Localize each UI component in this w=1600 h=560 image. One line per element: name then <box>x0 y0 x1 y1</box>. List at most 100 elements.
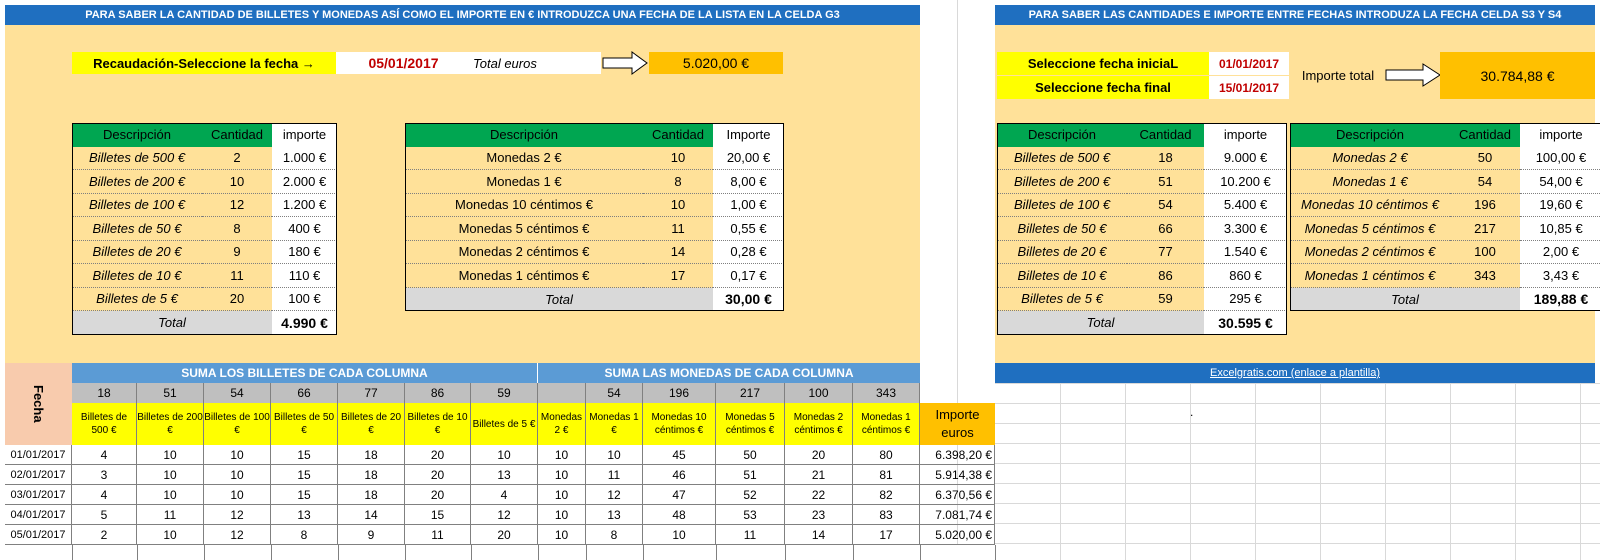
table-cell: 48 <box>643 505 716 525</box>
gridline <box>995 483 1600 484</box>
table-cell: 81 <box>853 465 920 485</box>
column-sum: 196 <box>643 383 716 403</box>
table-cell: 50 <box>716 445 785 465</box>
table-cell: 15 <box>271 485 338 505</box>
table-cell: 4 <box>72 485 137 505</box>
table-cell: 15 <box>271 445 338 465</box>
table-cell: 10 <box>538 445 586 465</box>
table-cell: 11 <box>586 465 643 485</box>
column-header: Monedas 2 € <box>538 403 586 445</box>
table-border <box>72 123 337 335</box>
table-cell: 52 <box>716 485 785 505</box>
column-sum: 54 <box>586 383 643 403</box>
left-banner: PARA SABER LA CANTIDAD DE BILLETES Y MON… <box>5 5 920 25</box>
dot-mark: . <box>1190 405 1194 419</box>
table-cell: 45 <box>643 445 716 465</box>
importe-header: Importe euros <box>920 403 995 445</box>
table-cell: 2 <box>72 525 137 545</box>
table-cell: 22 <box>785 485 853 505</box>
gridline <box>995 523 1600 524</box>
gridline <box>995 543 1600 544</box>
table-cell: 13 <box>271 505 338 525</box>
col-line <box>338 545 339 560</box>
column-sum: 77 <box>338 383 405 403</box>
total-euros-value: 5.020,00 € <box>649 52 783 74</box>
select-date-label: Recaudación-Seleccione la fecha → <box>72 52 336 74</box>
table-cell: 15 <box>271 465 338 485</box>
row-date: 04/01/2017 <box>5 505 72 525</box>
table-cell: 47 <box>643 485 716 505</box>
table-cell: 8 <box>586 525 643 545</box>
table-cell: 13 <box>586 505 643 525</box>
column-header: Billetes de 500 € <box>72 403 137 445</box>
column-header: Monedas 2 céntimos € <box>785 403 853 445</box>
table-cell: 10 <box>137 445 204 465</box>
bills-sum-banner: SUMA LOS BILLETES DE CADA COLUMNA <box>72 363 538 383</box>
template-link[interactable]: Excelgratis.com (enlace a plantilla) <box>1210 367 1380 379</box>
gridline <box>995 503 1600 504</box>
table-cell: 11 <box>405 525 471 545</box>
start-date-label: Seleccione fecha iniciaL <box>997 52 1209 75</box>
fecha-header: Fecha <box>5 363 72 445</box>
coins-sum-banner: SUMA LAS MONEDAS DE CADA COLUMNA <box>538 363 920 383</box>
row-date: 03/01/2017 <box>5 485 72 505</box>
end-date-input[interactable]: 15/01/2017 <box>1209 76 1289 99</box>
table-cell: 80 <box>853 445 920 465</box>
table-cell: 8 <box>271 525 338 545</box>
column-header: Monedas 1 céntimos € <box>853 403 920 445</box>
column-sum <box>538 383 586 403</box>
col-line <box>785 545 786 560</box>
row-total: 7.081,74 € <box>920 505 995 525</box>
col-line <box>716 545 717 560</box>
arrow-right-icon <box>602 51 648 75</box>
table-cell: 12 <box>204 525 271 545</box>
table-cell: 51 <box>716 465 785 485</box>
start-date-input[interactable]: 01/01/2017 <box>1209 52 1289 75</box>
table-cell: 18 <box>338 485 405 505</box>
right-banner: PARA SABER LAS CANTIDADES E IMPORTE ENTR… <box>995 5 1595 25</box>
gridline <box>1515 383 1516 560</box>
column-sum: 54 <box>204 383 271 403</box>
table-cell: 10 <box>137 465 204 485</box>
column-sum: 18 <box>72 383 137 403</box>
col-line <box>586 545 587 560</box>
table-border <box>1290 123 1600 311</box>
column-header: Monedas 5 céntimos € <box>716 403 785 445</box>
table-cell: 10 <box>538 465 586 485</box>
table-cell: 10 <box>471 445 538 465</box>
table-cell: 20 <box>405 465 471 485</box>
table-cell: 11 <box>137 505 204 525</box>
table-cell: 10 <box>204 445 271 465</box>
table-cell: 11 <box>716 525 785 545</box>
row-date: 02/01/2017 <box>5 465 72 485</box>
col-line <box>137 545 138 560</box>
table-cell: 14 <box>785 525 853 545</box>
gridline <box>1320 383 1321 560</box>
col-line <box>538 545 539 560</box>
col-line <box>643 545 644 560</box>
table-cell: 18 <box>338 445 405 465</box>
gridline <box>995 423 1600 424</box>
table-cell: 12 <box>471 505 538 525</box>
table-cell: 14 <box>338 505 405 525</box>
column-sum: 86 <box>405 383 471 403</box>
date-input[interactable]: 05/01/2017 <box>336 52 471 74</box>
gridline <box>1060 383 1061 560</box>
col-line <box>204 545 205 560</box>
column-sum: 217 <box>716 383 785 403</box>
table-cell: 10 <box>204 485 271 505</box>
col-line <box>271 545 272 560</box>
table-cell: 9 <box>338 525 405 545</box>
row-total: 6.398,20 € <box>920 445 995 465</box>
table-cell: 12 <box>586 485 643 505</box>
table-cell: 20 <box>785 445 853 465</box>
column-header: Monedas 10 céntimos € <box>643 403 716 445</box>
end-date-label: Seleccione fecha final <box>997 76 1209 99</box>
col-line <box>995 545 996 560</box>
gridline <box>1385 383 1386 560</box>
table-cell: 83 <box>853 505 920 525</box>
table-cell: 10 <box>643 525 716 545</box>
table-cell: 82 <box>853 485 920 505</box>
table-cell: 17 <box>853 525 920 545</box>
table-cell: 18 <box>338 465 405 485</box>
